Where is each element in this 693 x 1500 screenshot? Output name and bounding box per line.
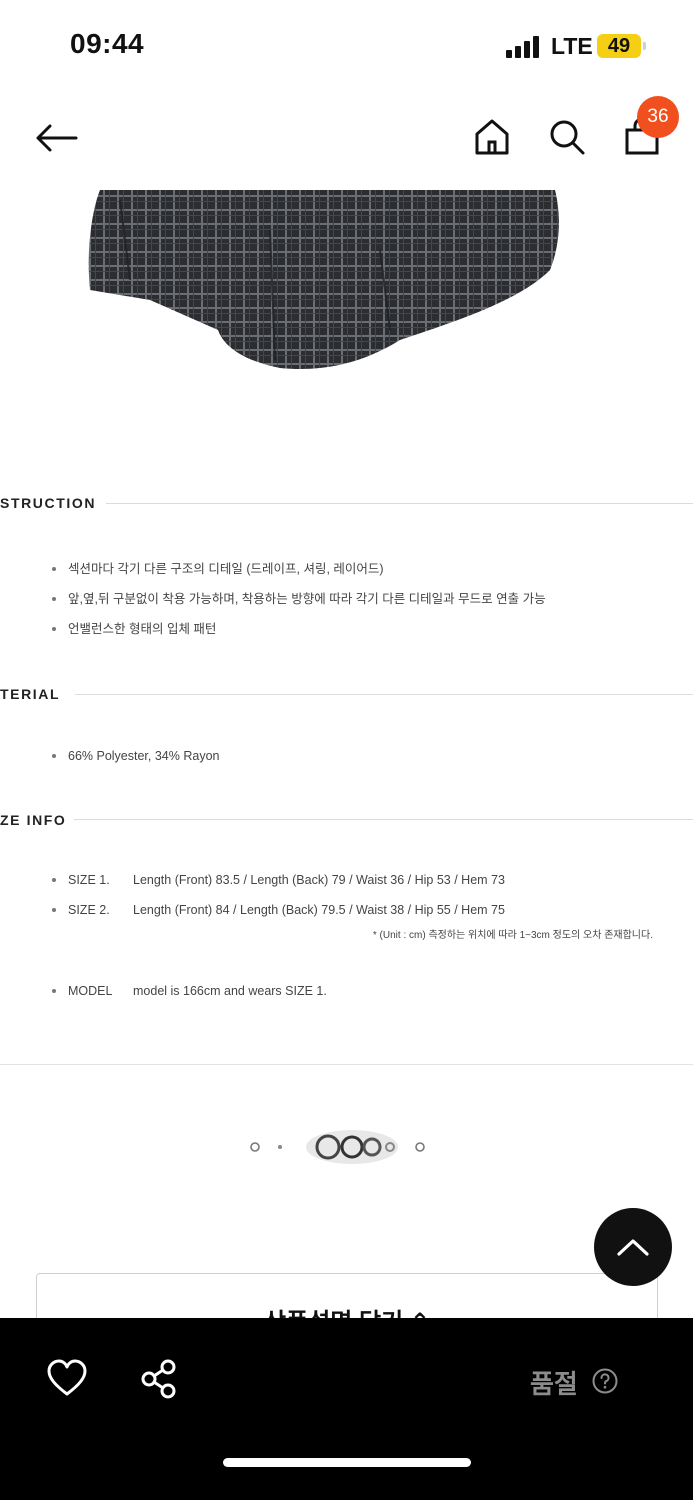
section-size-info: ZE INFO SIZE 1. Length (Front) 83.5 / Len… [0, 808, 693, 1028]
sold-out-status: 품절 [530, 1369, 578, 1399]
product-image [88, 190, 559, 370]
battery-tip [643, 42, 646, 50]
material-list: 66% Polyester, 34% Rayon [50, 741, 219, 771]
model-label: MODEL [68, 984, 113, 998]
section-rule [106, 503, 693, 504]
home-icon [475, 119, 509, 155]
wishlist-button[interactable] [45, 1358, 89, 1398]
status-time: 09:44 [70, 28, 145, 59]
network-type: LTE [551, 33, 593, 59]
status-bar: 09:44 LTE 49 [0, 0, 693, 90]
size-measurements: Length (Front) 84 / Length (Back) 79.5 /… [133, 903, 505, 917]
size-label: SIZE 1. [68, 873, 110, 887]
list-item: 언밸런스한 형태의 입체 패턴 [50, 614, 546, 644]
home-button[interactable] [470, 114, 514, 160]
list-item: 앞,옆,뒤 구분없이 착용 가능하며, 착용하는 방향에 따라 각기 다른 디테… [50, 584, 546, 614]
home-indicator [223, 1458, 471, 1467]
section-rule [75, 694, 693, 695]
section-material: TERIAL 66% Polyester, 34% Rayon [0, 682, 693, 782]
model-list: MODEL model is 166cm and wears SIZE 1. [50, 976, 327, 1006]
scroll-to-top-button[interactable] [594, 1208, 672, 1286]
share-icon [141, 1359, 176, 1399]
list-item: 섹션마다 각기 다른 구조의 디테일 (드레이프, 셔링, 레이어드) [50, 554, 546, 584]
battery-icon: 49 [597, 34, 641, 58]
chevron-up-icon [617, 1239, 649, 1256]
search-icon [550, 120, 585, 155]
cart-count-badge: 36 [637, 96, 679, 138]
heart-icon [47, 1359, 87, 1396]
section-title: TERIAL [0, 686, 61, 702]
top-navigation [0, 90, 693, 190]
arrow-left-icon [36, 124, 78, 152]
section-construction: STRUCTION 섹션마다 각기 다른 구조의 디테일 (드레이프, 셔링, … [0, 490, 693, 650]
measurement-note: * (Unit : cm) 측정하는 위치에 따라 1~3cm 정도의 오차 존… [372, 930, 653, 941]
section-rule [74, 819, 693, 820]
model-info: model is 166cm and wears SIZE 1. [133, 984, 327, 998]
help-icon[interactable] [592, 1368, 618, 1394]
signal-icon [506, 36, 544, 58]
model-row: MODEL model is 166cm and wears SIZE 1. [50, 976, 327, 1006]
size-list: SIZE 1. Length (Front) 83.5 / Length (Bac… [50, 865, 505, 925]
list-item: 66% Polyester, 34% Rayon [50, 741, 219, 771]
size-row: SIZE 2. Length (Front) 84 / Length (Back)… [50, 895, 505, 925]
search-button[interactable] [545, 114, 589, 160]
loading-indicator [250, 1130, 425, 1164]
size-label: SIZE 2. [68, 903, 110, 917]
section-title: STRUCTION [0, 495, 97, 511]
construction-list: 섹션마다 각기 다른 구조의 디테일 (드레이프, 셔링, 레이어드) 앞,옆,… [50, 554, 546, 644]
share-button[interactable] [138, 1358, 180, 1400]
content-divider [0, 1064, 693, 1065]
size-row: SIZE 1. Length (Front) 83.5 / Length (Bac… [50, 865, 505, 895]
size-measurements: Length (Front) 83.5 / Length (Back) 79 /… [133, 873, 505, 887]
back-button[interactable] [30, 118, 82, 158]
bottom-action-bar: 품절 [0, 1318, 693, 1500]
section-title: ZE INFO [0, 812, 67, 828]
